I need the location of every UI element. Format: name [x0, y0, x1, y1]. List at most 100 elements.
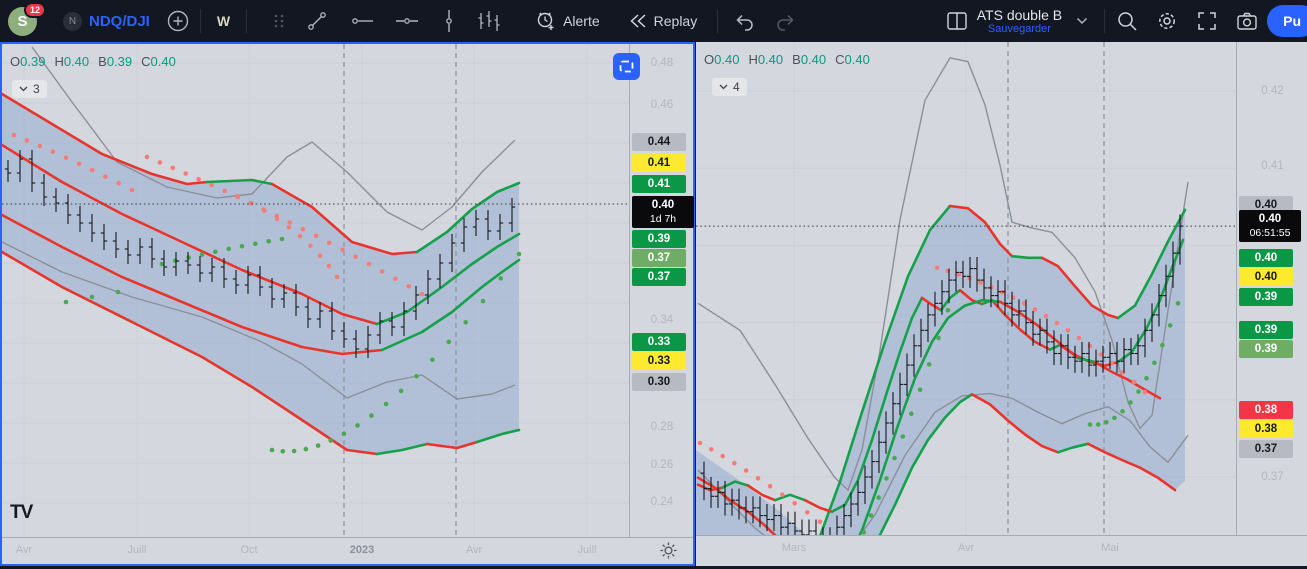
layout-title: ATS double B [976, 6, 1063, 23]
fullscreen-button[interactable] [1193, 7, 1221, 35]
low-value: 0.40 [800, 52, 827, 67]
left-chart-panel: O0.39 H0.40 B0.39 C0.40 3 TV 0.48 0.46 0.4… [0, 42, 695, 566]
tradingview-logo: TV [10, 502, 33, 523]
timeframe-button[interactable]: W [209, 9, 238, 33]
open-value: 0.39 [20, 54, 46, 69]
camera-icon [1237, 12, 1257, 30]
time-tick-label: Juill [577, 544, 597, 556]
price-badge: 0.30 [632, 373, 686, 391]
maximize-pane-icon [619, 60, 634, 73]
search-icon [1118, 12, 1137, 31]
price-badge: 0.33 [632, 352, 686, 370]
time-tick-label: Juill [127, 544, 147, 556]
time-tick-label: Oct [240, 544, 258, 556]
price-tick-label: 0.28 [650, 421, 674, 433]
layout-menu-chevron[interactable] [1068, 7, 1096, 35]
price-tick-label: 0.26 [650, 459, 674, 471]
price-tick-label: 0.46 [650, 99, 674, 111]
vertical-line-tool[interactable] [435, 7, 463, 35]
user-menu[interactable]: S 12 [8, 1, 46, 36]
multichart-layout-icon [947, 12, 967, 30]
price-tick-label: 0.42 [1261, 85, 1284, 97]
price-badge: 0.44 [632, 133, 686, 151]
replay-icon [630, 14, 646, 28]
right-chart-panel: O0.40 H0.40 B0.40 C0.40 4 0.42 0.41 0.40 0.… [696, 42, 1307, 566]
indicator-collapse-chip[interactable]: 4 [712, 78, 747, 96]
countdown-timer: 06:51:55 [1249, 226, 1291, 239]
price-badge: 0.39 [1239, 340, 1293, 358]
plus-circle-icon [167, 10, 189, 32]
indicator-collapse-chip[interactable]: 3 [12, 80, 47, 98]
separator [246, 9, 248, 33]
snapshot-button[interactable] [1233, 7, 1261, 35]
separator [717, 9, 719, 33]
compare-add-button[interactable] [164, 7, 192, 35]
quick-search-button[interactable] [1113, 7, 1141, 35]
gear-sun-icon [660, 542, 677, 559]
price-tick-label: 0.41 [1261, 160, 1284, 172]
price-tick-label: 0.24 [650, 496, 674, 508]
time-tick-label: Avr [15, 544, 33, 556]
horizontal-ray-icon [396, 18, 419, 24]
replay-label: Replay [653, 13, 698, 29]
price-tick-label: 0.37 [1261, 471, 1284, 483]
publish-button[interactable]: Pu [1267, 5, 1307, 37]
ohlc-readout: O0.40 H0.40 B0.40 C0.40 [704, 52, 870, 67]
separator [199, 9, 201, 33]
save-layout-link[interactable]: Sauvegarder [988, 23, 1051, 36]
separator [1104, 9, 1106, 33]
right-time-axis[interactable]: Mars Avr Mai [696, 535, 1307, 562]
price-badge: 0.37 [632, 249, 686, 267]
price-tick-label: 0.34 [650, 314, 674, 326]
price-badge: 0.39 [1239, 288, 1293, 306]
low-value: 0.39 [106, 54, 133, 69]
alert-button[interactable]: Alerte [529, 6, 606, 36]
redo-icon [777, 14, 794, 31]
price-badge: 0.40 1d 7h [632, 196, 694, 228]
symbol-search-button[interactable]: N NDQ/DJI [63, 11, 150, 31]
bars-pattern-tool[interactable] [475, 7, 503, 35]
price-badge: 0.38 [1239, 420, 1293, 438]
settings-button[interactable] [1153, 7, 1181, 35]
trend-line-tool[interactable] [303, 7, 331, 35]
left-price-chart[interactable] [2, 44, 629, 537]
price-scale-settings-gear[interactable] [660, 542, 677, 564]
price-badge: 0.40 [1239, 268, 1293, 286]
time-tick-label: 2023 [349, 544, 375, 556]
close-value: 0.40 [150, 54, 176, 69]
toolbar-drag-handle[interactable] [265, 7, 293, 35]
price-badge: 0.41 [632, 175, 686, 193]
price-badge: 0.39 [1239, 321, 1293, 339]
vertical-line-icon [446, 10, 452, 32]
maximize-pane-button[interactable] [613, 53, 640, 80]
layout-name-button[interactable]: ATS double B Sauvegarder [977, 7, 1062, 36]
top-toolbar: S 12 N NDQ/DJI W Alerte Replay ATS doubl… [0, 0, 1307, 43]
indicator-count: 4 [733, 80, 740, 94]
open-value: 0.40 [714, 52, 740, 67]
exchange-icon: N [63, 11, 82, 31]
alert-label: Alerte [563, 13, 600, 29]
price-badge: 0.39 [632, 230, 686, 248]
replay-button[interactable]: Replay [622, 8, 704, 34]
left-price-scale[interactable]: 0.48 0.46 0.44 0.41 0.41 0.40 1d 7h 0.39 0.37 0.3… [629, 44, 694, 537]
time-tick-label: Mai [1101, 542, 1119, 554]
left-time-axis[interactable]: Avr Juill Oct 2023 Avr Juill [2, 537, 693, 564]
time-tick-label: Avr [957, 542, 975, 554]
dots-grid-icon [274, 14, 284, 28]
indicator-count: 3 [33, 82, 40, 96]
chevron-down-icon [1077, 17, 1088, 25]
layout-select-button[interactable] [943, 7, 971, 35]
horizontal-ray-tool[interactable] [393, 7, 421, 35]
redo-button[interactable] [772, 7, 800, 35]
undo-button[interactable] [730, 7, 758, 35]
right-price-chart[interactable] [696, 42, 1236, 535]
time-tick-label: Mars [781, 542, 807, 554]
undo-icon [736, 14, 753, 31]
alarm-clock-icon [537, 12, 554, 30]
price-badge: 0.40 [1239, 249, 1293, 267]
price-badge: 0.41 [632, 154, 686, 172]
right-price-scale[interactable]: 0.42 0.41 0.40 0.40 06:51:55 0.40 0.40 0.39 0.39… [1236, 42, 1307, 535]
horizontal-line-tool[interactable] [349, 7, 377, 35]
fullscreen-icon [1198, 12, 1216, 30]
high-value: 0.40 [63, 54, 90, 69]
